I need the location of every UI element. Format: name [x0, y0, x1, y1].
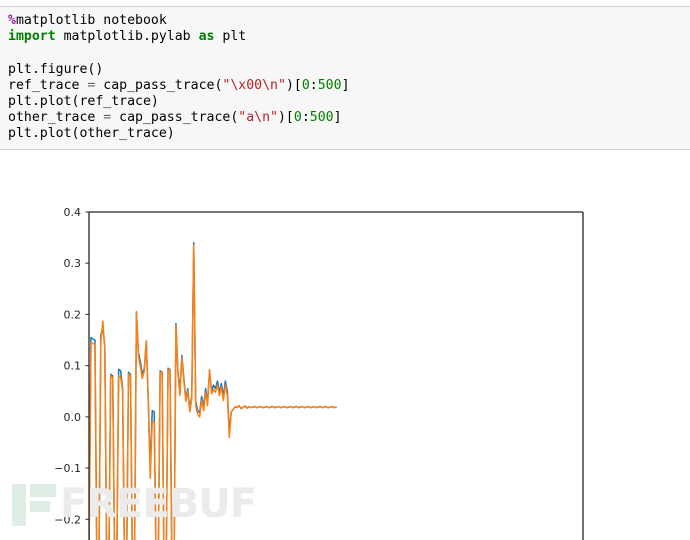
- y-tick-label: 0.1: [64, 360, 82, 373]
- code-token-plain: other_trace: [8, 110, 104, 126]
- code-token-plain: matplotlib notebook: [15, 13, 167, 28]
- code-token-num: 500: [317, 77, 342, 93]
- y-tick-label: −0.2: [54, 513, 81, 526]
- code-token-num: 500: [309, 110, 334, 126]
- code-token-plain: cap_pass_trace(: [95, 77, 223, 93]
- code-token-kw: as: [198, 29, 215, 45]
- matplotlib-figure: 0.4 0.3 0.2 0.1 0.0 −0.1 −0.2: [0, 150, 690, 540]
- code-token-plain: )[: [285, 77, 302, 93]
- code-lines: %matplotlib notebook import matplotlib.py…: [8, 13, 690, 143]
- y-tick-label: 0.2: [64, 308, 82, 321]
- trace-plot: 0.4 0.3 0.2 0.1 0.0 −0.1 −0.2: [0, 150, 690, 540]
- code-line: plt.figure(): [8, 62, 690, 78]
- y-tick-label: −0.1: [54, 462, 81, 475]
- code-token-plain: plt: [214, 29, 247, 45]
- code-token-plain: cap_pass_trace(: [111, 110, 239, 126]
- y-tick-label: 0.4: [64, 206, 82, 219]
- y-tick-label: 0.3: [64, 257, 82, 270]
- code-token-num: 0: [293, 110, 302, 126]
- code-line: import matplotlib.pylab as plt: [8, 29, 690, 45]
- y-tick-label: 0.0: [64, 411, 82, 424]
- code-token-num: 0: [301, 77, 310, 93]
- code-token-plain: matplotlib.pylab: [55, 29, 199, 45]
- code-token-plain: ref_trace: [8, 77, 88, 93]
- code-token-plain: )[: [277, 110, 294, 126]
- code-token-plain: plt.plot(ref_trace): [8, 94, 159, 109]
- code-line: plt.plot(ref_trace): [8, 94, 690, 110]
- code-token-plain: :: [309, 77, 318, 93]
- code-line: other_trace = cap_pass_trace("a\n")[0:50…: [8, 110, 690, 126]
- code-line: %matplotlib notebook: [8, 13, 690, 29]
- figure-background: [0, 150, 690, 540]
- code-token-kw: import: [8, 29, 56, 45]
- code-token-plain: :: [301, 110, 310, 126]
- code-cell-content: %matplotlib notebook import matplotlib.py…: [0, 7, 690, 143]
- code-token-plain: ]: [333, 110, 342, 126]
- code-line: ref_trace = cap_pass_trace("\x00\n")[0:5…: [8, 78, 690, 94]
- code-token-plain: ]: [341, 77, 350, 93]
- code-token-magic: %: [8, 13, 16, 28]
- code-line: plt.plot(other_trace): [8, 126, 690, 142]
- notebook-code-cell[interactable]: %matplotlib notebook import matplotlib.py…: [0, 6, 690, 150]
- code-token-str: "a\n": [238, 110, 278, 126]
- code-token-plain: plt.figure(): [8, 61, 104, 77]
- code-token-plain: plt.plot(other_trace): [8, 126, 175, 142]
- code-token-str: "\x00\n": [222, 77, 286, 93]
